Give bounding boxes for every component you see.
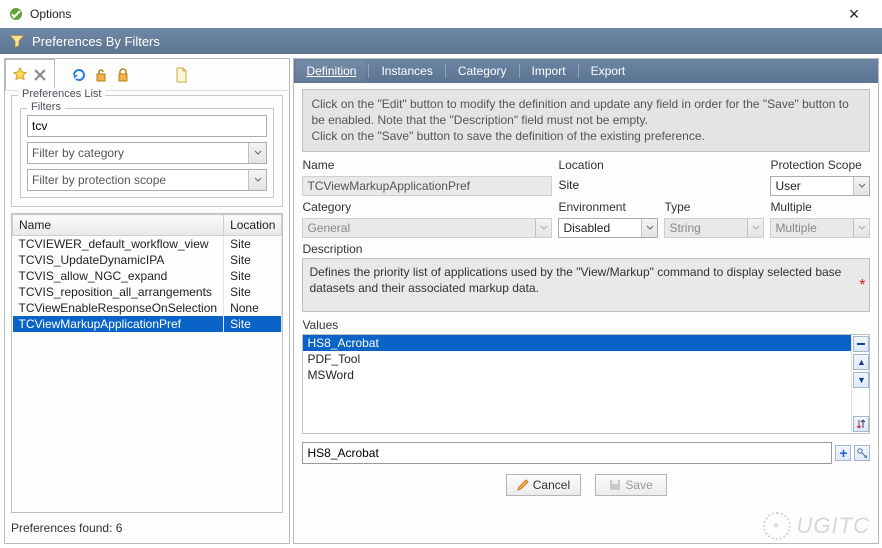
save-icon bbox=[609, 479, 621, 491]
filter-text-input[interactable] bbox=[27, 115, 267, 137]
multi-field: Multiple bbox=[770, 218, 870, 238]
toolbar-tab-doc bbox=[167, 59, 195, 90]
preferences-legend: Preferences List bbox=[18, 88, 105, 100]
list-item[interactable]: HS8_Acrobat bbox=[303, 335, 869, 351]
tab-definition[interactable]: Definition bbox=[296, 61, 366, 82]
preferences-panel: Preferences List Filters Filter by categ… bbox=[4, 58, 290, 544]
page-header: Preferences By Filters bbox=[0, 28, 882, 54]
location-label: Location bbox=[558, 158, 764, 172]
window-title: Options bbox=[30, 7, 834, 21]
chevron-down-icon bbox=[641, 219, 657, 237]
toolbar-tab-locks bbox=[65, 59, 137, 90]
chevron-down-icon bbox=[853, 219, 869, 237]
window-titlebar: Options × bbox=[0, 0, 882, 28]
preferences-list-group: Preferences List Filters Filter by categ… bbox=[11, 95, 283, 207]
name-label: Name bbox=[302, 158, 552, 172]
lock-open-icon[interactable] bbox=[93, 67, 109, 83]
col-location[interactable]: Location bbox=[224, 215, 282, 236]
tab-export[interactable]: Export bbox=[581, 61, 636, 82]
values-label: Values bbox=[294, 314, 878, 332]
table-row[interactable]: TCViewEnableResponseOnSelectionNone bbox=[13, 300, 282, 316]
toolbar-tab-new[interactable] bbox=[5, 59, 55, 90]
definition-panel: Definition Instances Category Import Exp… bbox=[293, 58, 879, 544]
refresh-icon[interactable] bbox=[71, 67, 87, 83]
category-field: General bbox=[302, 218, 552, 238]
definition-form: Name Location Protection Scope TCViewMar… bbox=[294, 158, 878, 238]
dialog-buttons: Cancel Save bbox=[294, 466, 878, 498]
value-key-button[interactable] bbox=[854, 445, 870, 461]
lock-closed-icon[interactable] bbox=[115, 67, 131, 83]
hint-line-2: Click on the "Save" button to save the d… bbox=[311, 128, 861, 144]
document-icon[interactable] bbox=[173, 67, 189, 83]
delete-icon bbox=[32, 67, 48, 83]
description-field: Defines the priority list of application… bbox=[302, 258, 870, 312]
filter-icon bbox=[10, 34, 24, 48]
chevron-down-icon bbox=[853, 177, 869, 195]
table-row[interactable]: TCVIS_reposition_all_arrangementsSite bbox=[13, 284, 282, 300]
filter-category-combo[interactable]: Filter by category bbox=[27, 142, 267, 164]
value-input[interactable] bbox=[302, 442, 832, 464]
scope-combo[interactable]: User bbox=[770, 176, 870, 196]
chevron-down-icon bbox=[248, 143, 266, 163]
table-row[interactable]: TCVIS_allow_NGC_expandSite bbox=[13, 268, 282, 284]
env-label: Environment bbox=[558, 200, 658, 214]
value-add-button[interactable]: + bbox=[835, 445, 851, 461]
filters-legend: Filters bbox=[27, 101, 65, 113]
required-asterisk-icon: * bbox=[859, 275, 865, 297]
value-sort-button[interactable] bbox=[853, 416, 869, 432]
table-row[interactable]: TCViewMarkupApplicationPrefSite bbox=[13, 316, 282, 332]
chevron-down-icon bbox=[535, 219, 551, 237]
type-label: Type bbox=[664, 200, 764, 214]
chevron-down-icon bbox=[248, 170, 266, 190]
type-field: String bbox=[664, 218, 764, 238]
value-down-button[interactable]: ▼ bbox=[853, 372, 869, 388]
tabs: Definition Instances Category Import Exp… bbox=[294, 59, 878, 83]
filter-scope-combo[interactable]: Filter by protection scope bbox=[27, 169, 267, 191]
filter-scope-placeholder: Filter by protection scope bbox=[32, 173, 166, 187]
filter-category-placeholder: Filter by category bbox=[32, 146, 124, 160]
list-item[interactable]: PDF_Tool bbox=[303, 351, 869, 367]
category-label: Category bbox=[302, 200, 552, 214]
star-new-icon bbox=[12, 67, 28, 83]
value-remove-button[interactable] bbox=[853, 336, 869, 352]
col-name[interactable]: Name bbox=[13, 215, 224, 236]
preferences-table[interactable]: Name Location TCVIEWER_default_workflow_… bbox=[11, 213, 283, 513]
preferences-count: Preferences found: 6 bbox=[5, 515, 289, 543]
description-label: Description bbox=[294, 238, 878, 256]
save-button: Save bbox=[595, 474, 667, 496]
left-toolbar bbox=[5, 59, 289, 91]
page-title: Preferences By Filters bbox=[32, 34, 160, 49]
values-side-buttons: ▲ ▼ bbox=[851, 335, 869, 433]
cancel-button[interactable]: Cancel bbox=[506, 474, 581, 496]
hint-line-1: Click on the "Edit" button to modify the… bbox=[311, 96, 861, 128]
tab-import[interactable]: Import bbox=[522, 61, 576, 82]
scope-label: Protection Scope bbox=[770, 158, 870, 172]
env-combo[interactable]: Disabled bbox=[558, 218, 658, 238]
values-list[interactable]: HS8_AcrobatPDF_ToolMSWord ▲ ▼ bbox=[302, 334, 870, 434]
app-icon bbox=[8, 6, 24, 22]
chevron-down-icon bbox=[747, 219, 763, 237]
pencil-icon bbox=[517, 479, 529, 491]
tab-category[interactable]: Category bbox=[448, 61, 517, 82]
multi-label: Multiple bbox=[770, 200, 870, 214]
table-row[interactable]: TCVIS_UpdateDynamicIPASite bbox=[13, 252, 282, 268]
hint-box: Click on the "Edit" button to modify the… bbox=[302, 89, 870, 152]
table-row[interactable]: TCVIEWER_default_workflow_viewSite bbox=[13, 236, 282, 253]
name-field: TCViewMarkupApplicationPref bbox=[302, 176, 552, 196]
filters-group: Filters Filter by category Filter by pro… bbox=[20, 108, 274, 198]
value-input-row: + bbox=[302, 442, 870, 464]
list-item[interactable]: MSWord bbox=[303, 367, 869, 383]
tab-instances[interactable]: Instances bbox=[371, 61, 442, 82]
location-value: Site bbox=[558, 176, 764, 192]
value-up-button[interactable]: ▲ bbox=[853, 354, 869, 370]
window-close-button[interactable]: × bbox=[834, 4, 874, 25]
